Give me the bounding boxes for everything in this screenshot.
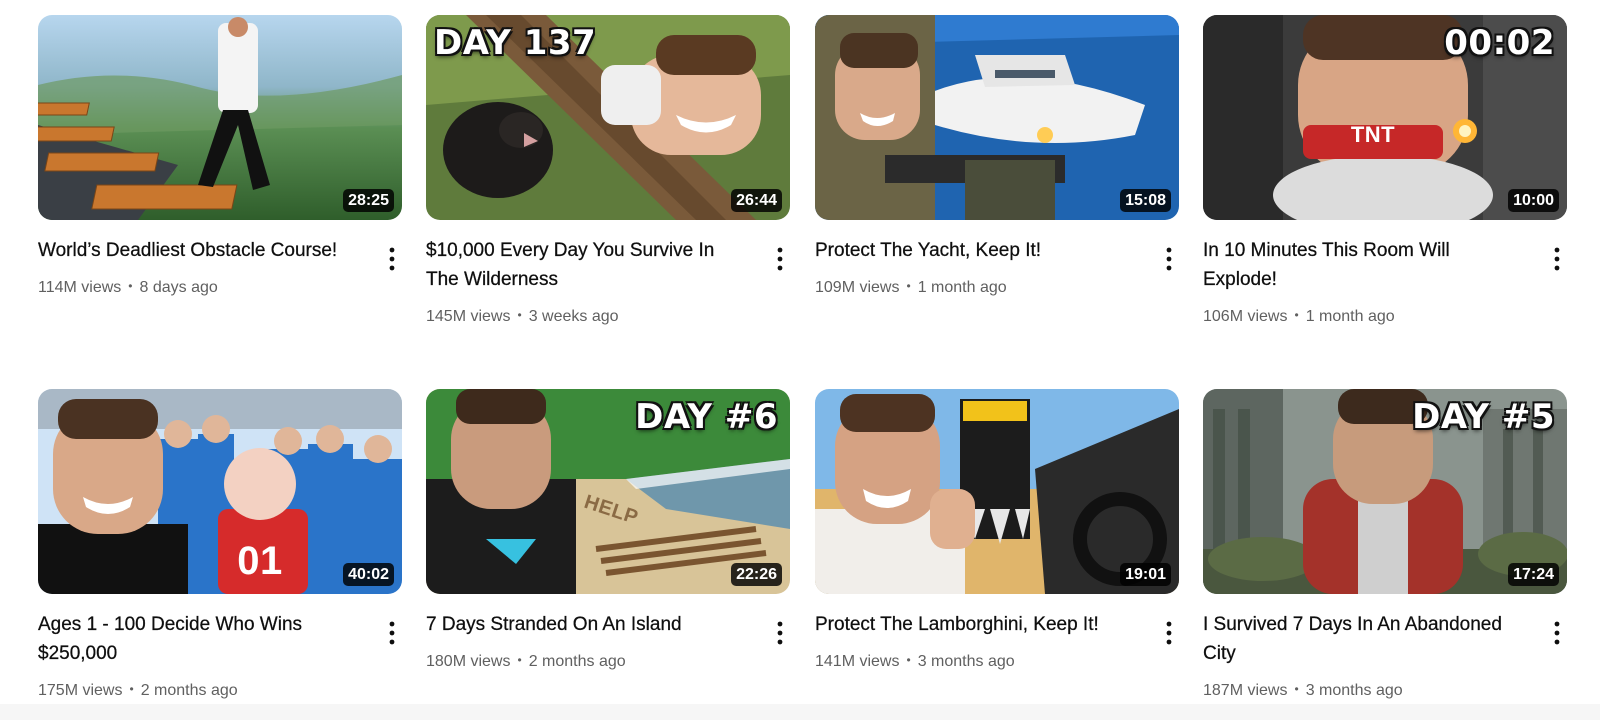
more-actions-button[interactable] xyxy=(382,618,402,648)
thumbnail-day-label: DAY 137 xyxy=(434,23,597,63)
video-thumbnail[interactable]: DAY 137 26:44 xyxy=(426,15,790,220)
more-vert-icon xyxy=(777,247,783,271)
more-actions-button[interactable] xyxy=(770,244,790,274)
video-meta: 145M views • 3 weeks ago xyxy=(426,307,619,327)
video-thumbnail[interactable]: TNT 00:02 10:00 xyxy=(1203,15,1567,220)
video-title[interactable]: Ages 1 - 100 Decide Who Wins $250,000 xyxy=(38,610,358,668)
view-count: 175M views xyxy=(38,682,123,699)
more-actions-button[interactable] xyxy=(1547,618,1567,648)
video-meta: 180M views • 2 months ago xyxy=(426,652,626,672)
more-vert-icon xyxy=(1166,247,1172,271)
video-title[interactable]: Protect The Yacht, Keep It! xyxy=(815,236,1135,265)
upload-age: 3 weeks ago xyxy=(528,308,619,325)
video-meta: 141M views • 3 months ago xyxy=(815,652,1015,672)
video-duration: 10:00 xyxy=(1508,189,1559,212)
tnt-label: TNT xyxy=(1321,122,1425,148)
video-thumbnail[interactable]: 15:08 xyxy=(815,15,1179,220)
video-card[interactable]: 15:08 Protect The Yacht, Keep It! 109M v… xyxy=(815,15,1179,305)
video-title[interactable]: $10,000 Every Day You Survive In The Wil… xyxy=(426,236,746,294)
tnt-text: TNT xyxy=(1350,122,1396,147)
separator-dot: • xyxy=(906,653,911,667)
video-thumbnail[interactable]: HELP DAY #6 22:26 xyxy=(426,389,790,594)
video-meta: 187M views • 3 months ago xyxy=(1203,681,1403,701)
more-actions-button[interactable] xyxy=(382,244,402,274)
view-count: 109M views xyxy=(815,279,900,296)
upload-age: 2 months ago xyxy=(140,682,238,699)
more-vert-icon xyxy=(389,247,395,271)
more-actions-button[interactable] xyxy=(1547,244,1567,274)
jersey-text: 01 xyxy=(237,539,283,583)
video-grid: 28:25 World’s Deadliest Obstacle Course!… xyxy=(0,0,1600,720)
thumbnail-day-label: DAY #5 xyxy=(1412,397,1555,437)
video-duration: 22:26 xyxy=(731,563,782,586)
video-card[interactable]: TNT 00:02 10:00 In 10 Minutes This Room … xyxy=(1203,15,1567,335)
separator-dot: • xyxy=(1294,308,1299,322)
page-bottom-edge xyxy=(0,704,1600,720)
more-vert-icon xyxy=(1554,621,1560,645)
video-duration: 19:01 xyxy=(1120,563,1171,586)
upload-age: 8 days ago xyxy=(139,279,218,296)
more-actions-button[interactable] xyxy=(1159,244,1179,274)
separator-dot: • xyxy=(1294,682,1299,696)
video-duration: 26:44 xyxy=(731,189,782,212)
video-duration: 28:25 xyxy=(343,189,394,212)
video-title[interactable]: I Survived 7 Days In An Abandoned City xyxy=(1203,610,1523,668)
video-title[interactable]: 7 Days Stranded On An Island xyxy=(426,610,746,639)
separator-dot: • xyxy=(128,279,133,293)
video-meta: 109M views • 1 month ago xyxy=(815,278,1007,298)
video-meta: 106M views • 1 month ago xyxy=(1203,307,1395,327)
video-duration: 40:02 xyxy=(343,563,394,586)
video-meta: 114M views • 8 days ago xyxy=(38,278,218,298)
video-card[interactable]: 01 40:02 Ages 1 - 100 Decide Who Wins $2… xyxy=(38,389,402,704)
view-count: 180M views xyxy=(426,653,511,670)
upload-age: 1 month ago xyxy=(1305,308,1395,325)
video-title[interactable]: Protect The Lamborghini, Keep It! xyxy=(815,610,1135,639)
upload-age: 3 months ago xyxy=(917,653,1015,670)
video-thumbnail[interactable]: 19:01 xyxy=(815,389,1179,594)
video-title[interactable]: In 10 Minutes This Room Will Explode! xyxy=(1203,236,1523,294)
upload-age: 1 month ago xyxy=(917,279,1007,296)
view-count: 145M views xyxy=(426,308,511,325)
more-vert-icon xyxy=(1554,247,1560,271)
separator-dot: • xyxy=(517,653,522,667)
video-card[interactable]: 28:25 World’s Deadliest Obstacle Course!… xyxy=(38,15,402,305)
video-thumbnail[interactable]: 01 40:02 xyxy=(38,389,402,594)
video-card[interactable]: 19:01 Protect The Lamborghini, Keep It! … xyxy=(815,389,1179,679)
video-meta: 175M views • 2 months ago xyxy=(38,681,238,701)
video-thumbnail[interactable]: 28:25 xyxy=(38,15,402,220)
video-card[interactable]: DAY 137 26:44 $10,000 Every Day You Surv… xyxy=(426,15,790,335)
upload-age: 3 months ago xyxy=(1305,682,1403,699)
separator-dot: • xyxy=(129,682,134,696)
view-count: 141M views xyxy=(815,653,900,670)
upload-age: 2 months ago xyxy=(528,653,626,670)
video-card[interactable]: HELP DAY #6 22:26 7 Days Stranded On An … xyxy=(426,389,790,679)
more-actions-button[interactable] xyxy=(770,618,790,648)
thumbnail-timer-label: 00:02 xyxy=(1444,23,1555,63)
video-duration: 15:08 xyxy=(1120,189,1171,212)
video-duration: 17:24 xyxy=(1508,563,1559,586)
more-actions-button[interactable] xyxy=(1159,618,1179,648)
thumbnail-day-label: DAY #6 xyxy=(635,397,778,437)
more-vert-icon xyxy=(777,621,783,645)
video-card[interactable]: DAY #5 17:24 I Survived 7 Days In An Aba… xyxy=(1203,389,1567,704)
jersey-number: 01 xyxy=(228,539,292,584)
separator-dot: • xyxy=(906,279,911,293)
video-thumbnail[interactable]: DAY #5 17:24 xyxy=(1203,389,1567,594)
view-count: 106M views xyxy=(1203,308,1288,325)
more-vert-icon xyxy=(389,621,395,645)
view-count: 114M views xyxy=(38,279,122,296)
video-title[interactable]: World’s Deadliest Obstacle Course! xyxy=(38,236,358,265)
separator-dot: • xyxy=(517,308,522,322)
more-vert-icon xyxy=(1166,621,1172,645)
view-count: 187M views xyxy=(1203,682,1288,699)
